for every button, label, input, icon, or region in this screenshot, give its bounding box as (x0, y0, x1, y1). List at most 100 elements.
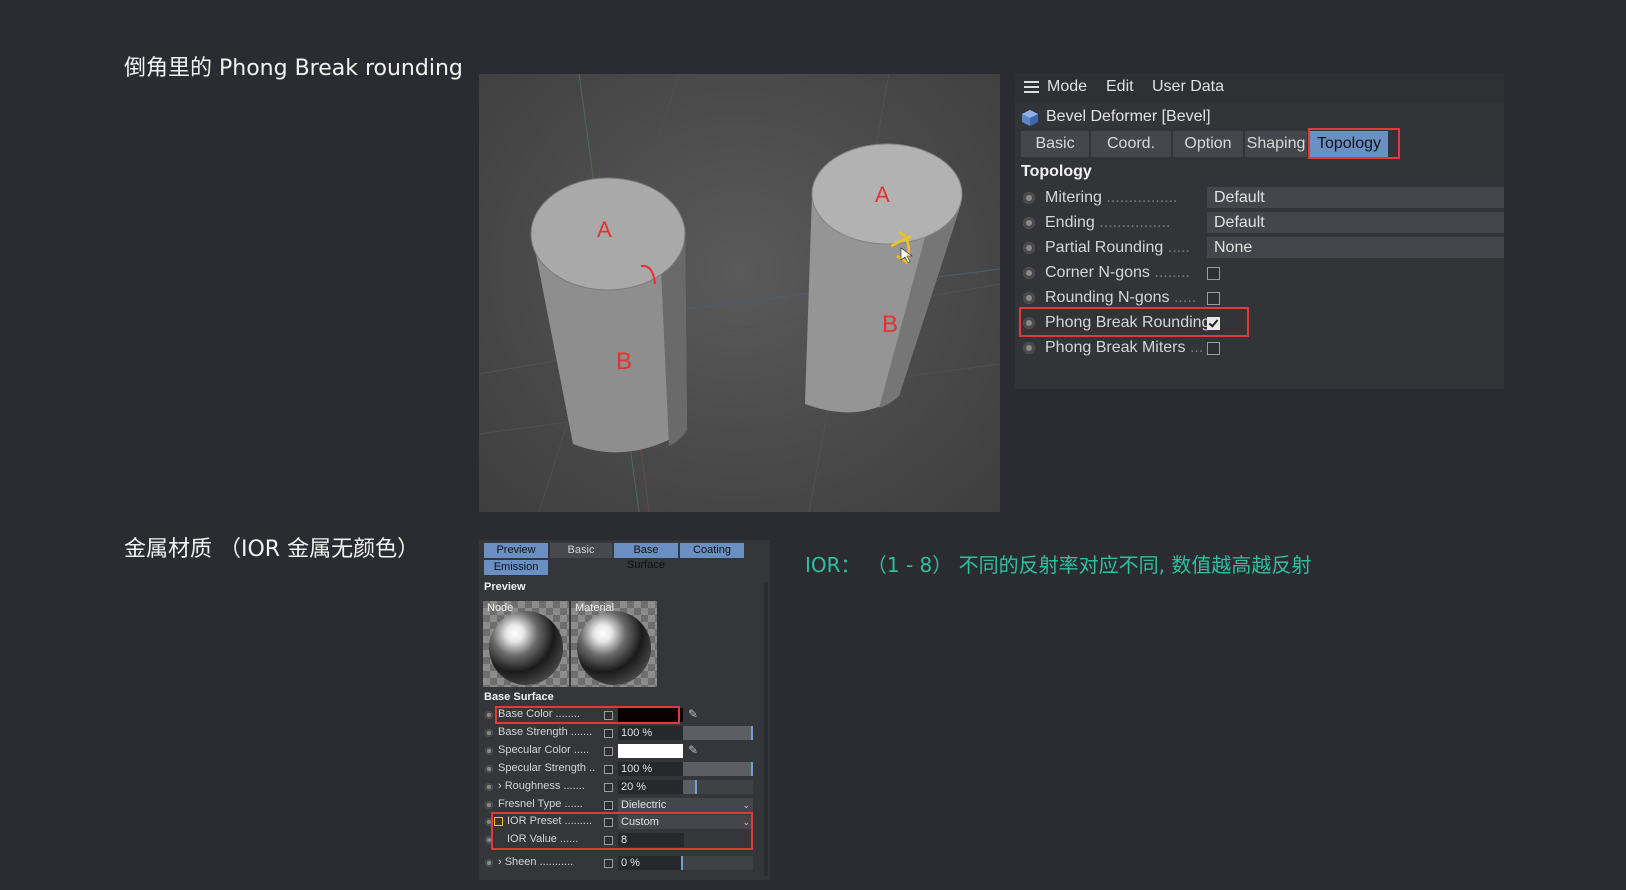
animate-radio-icon[interactable] (485, 801, 493, 809)
param-dots: ..... (573, 744, 590, 756)
animate-radio-icon[interactable] (1023, 292, 1035, 304)
param-label: Specular Color (498, 744, 571, 756)
texture-checkbox[interactable] (604, 859, 613, 868)
param-dots: ........ (1154, 264, 1190, 281)
roughness-slider[interactable] (683, 780, 753, 794)
texture-checkbox[interactable] (604, 747, 613, 756)
ending-dropdown[interactable]: Default (1207, 212, 1504, 233)
texture-checkbox[interactable] (604, 729, 613, 738)
param-label: Rounding N-gons (1045, 289, 1170, 306)
tab-coating[interactable]: Coating (680, 543, 744, 558)
sheen-field[interactable]: 0 % (618, 856, 684, 870)
animate-radio-icon[interactable] (1023, 317, 1035, 329)
tab-shaping[interactable]: Shaping (1245, 131, 1307, 157)
animate-radio-icon[interactable] (485, 836, 493, 844)
eyedropper-icon[interactable]: ✎ (688, 743, 702, 757)
attribute-manager: Mode Edit User Data Bevel Deformer [Beve… (1015, 74, 1504, 389)
animate-radio-icon[interactable] (485, 729, 493, 737)
param-label: Partial Rounding (1045, 239, 1164, 256)
texture-checkbox[interactable] (604, 818, 613, 827)
specular-strength-field[interactable]: 100 % (618, 762, 684, 776)
material-preview-thumbnail[interactable]: Material (571, 601, 657, 687)
slider-fill (683, 726, 753, 740)
tab-coord[interactable]: Coord. (1091, 131, 1171, 157)
animate-radio-icon[interactable] (1023, 342, 1035, 354)
chevron-down-icon: ⌄ (742, 817, 750, 827)
tab-base-surface[interactable]: Base Surface (614, 543, 678, 571)
fresnel-type-dropdown[interactable]: Dielectric ⌄ (618, 798, 753, 812)
viewport-3d[interactable]: A B A B (479, 74, 1000, 512)
param-mitering: Mitering ................ Default (1021, 187, 1504, 209)
row-ior-preset: IOR Preset ......... Custom ⌄ (483, 814, 764, 830)
param-partial-rounding: Partial Rounding ..... None (1021, 237, 1504, 259)
base-strength-slider[interactable] (683, 726, 753, 740)
base-color-swatch[interactable] (618, 708, 683, 722)
heading-metal-material: 金属材质 （IOR 金属无颜色） (124, 537, 420, 562)
eyedropper-icon[interactable]: ✎ (688, 707, 702, 721)
phong-break-rounding-checkbox[interactable] (1207, 317, 1220, 330)
roughness-field[interactable]: 20 % (618, 780, 684, 794)
param-label: IOR Preset (507, 815, 562, 827)
param-dots: ........... (539, 856, 574, 868)
row-sheen: › Sheen ........... 0 % (483, 855, 764, 871)
partial-rounding-dropdown[interactable]: None (1207, 237, 1504, 258)
hamburger-menu-icon[interactable] (1024, 81, 1039, 94)
texture-checkbox[interactable] (604, 711, 613, 720)
animate-radio-icon[interactable] (485, 711, 493, 719)
tab-option[interactable]: Option (1173, 131, 1243, 157)
material-scrollbar[interactable] (764, 582, 768, 876)
animate-radio-icon[interactable] (1023, 267, 1035, 279)
specular-strength-slider[interactable] (683, 762, 753, 776)
texture-checkbox[interactable] (604, 783, 613, 792)
animate-radio-icon[interactable] (485, 783, 493, 791)
tab-basic[interactable]: Basic (1021, 131, 1089, 157)
animate-radio-icon[interactable] (485, 859, 493, 867)
sheen-slider[interactable] (681, 856, 753, 870)
preview-heading: Preview (484, 581, 526, 593)
ior-value-field[interactable]: 8 (618, 833, 684, 847)
animate-radio-icon[interactable] (485, 765, 493, 773)
cylinder-left[interactable]: A B (530, 177, 687, 453)
label-b-left: B (616, 348, 632, 375)
tab-topology[interactable]: Topology (1310, 131, 1388, 157)
param-ending: Ending ................ Default (1021, 212, 1504, 234)
corner-ngons-checkbox[interactable] (1207, 267, 1220, 280)
menu-user-data[interactable]: User Data (1152, 78, 1224, 96)
param-label: Corner N-gons (1045, 264, 1150, 281)
animate-radio-icon[interactable] (485, 747, 493, 755)
texture-checkbox[interactable] (604, 836, 613, 845)
tab-emission[interactable]: Emission (484, 560, 548, 575)
ior-expand-toggle[interactable] (494, 817, 503, 826)
heading-phong-break: 倒角里的 Phong Break rounding (124, 56, 463, 81)
texture-checkbox[interactable] (604, 765, 613, 774)
param-dots: .. (589, 762, 596, 774)
param-dots: ................ (1099, 214, 1171, 231)
param-label: Phong Break Rounding (1045, 314, 1211, 331)
param-dots: ...... (560, 833, 579, 845)
menu-mode[interactable]: Mode (1047, 78, 1087, 96)
phong-break-miters-checkbox[interactable] (1207, 342, 1220, 355)
node-preview-thumbnail[interactable]: Node (483, 601, 569, 687)
param-dots: ........ (555, 708, 580, 720)
specular-color-swatch[interactable] (618, 744, 683, 758)
material-panel: Preview Basic Base Surface Coating Emiss… (479, 540, 770, 880)
ior-preset-dropdown[interactable]: Custom ⌄ (618, 815, 753, 829)
param-label: › Sheen (498, 856, 537, 868)
menu-edit[interactable]: Edit (1106, 78, 1134, 96)
animate-radio-icon[interactable] (1023, 192, 1035, 204)
tab-preview[interactable]: Preview (484, 543, 548, 558)
texture-checkbox[interactable] (604, 801, 613, 810)
mitering-dropdown[interactable]: Default (1207, 187, 1504, 208)
bevel-deformer-icon (1022, 110, 1038, 126)
animate-radio-icon[interactable] (1023, 217, 1035, 229)
object-title: Bevel Deformer [Bevel] (1046, 108, 1211, 125)
rounding-ngons-checkbox[interactable] (1207, 292, 1220, 305)
param-corner-ngons: Corner N-gons ........ (1021, 262, 1504, 284)
tab-basic-material[interactable]: Basic (550, 543, 612, 558)
metal-sphere-preview (489, 611, 563, 685)
slider-handle (695, 780, 697, 794)
animate-radio-icon[interactable] (1023, 242, 1035, 254)
base-strength-field[interactable]: 100 % (618, 726, 684, 740)
row-base-strength: Base Strength ....... 100 % (483, 725, 764, 741)
animate-radio-icon[interactable] (485, 818, 493, 826)
